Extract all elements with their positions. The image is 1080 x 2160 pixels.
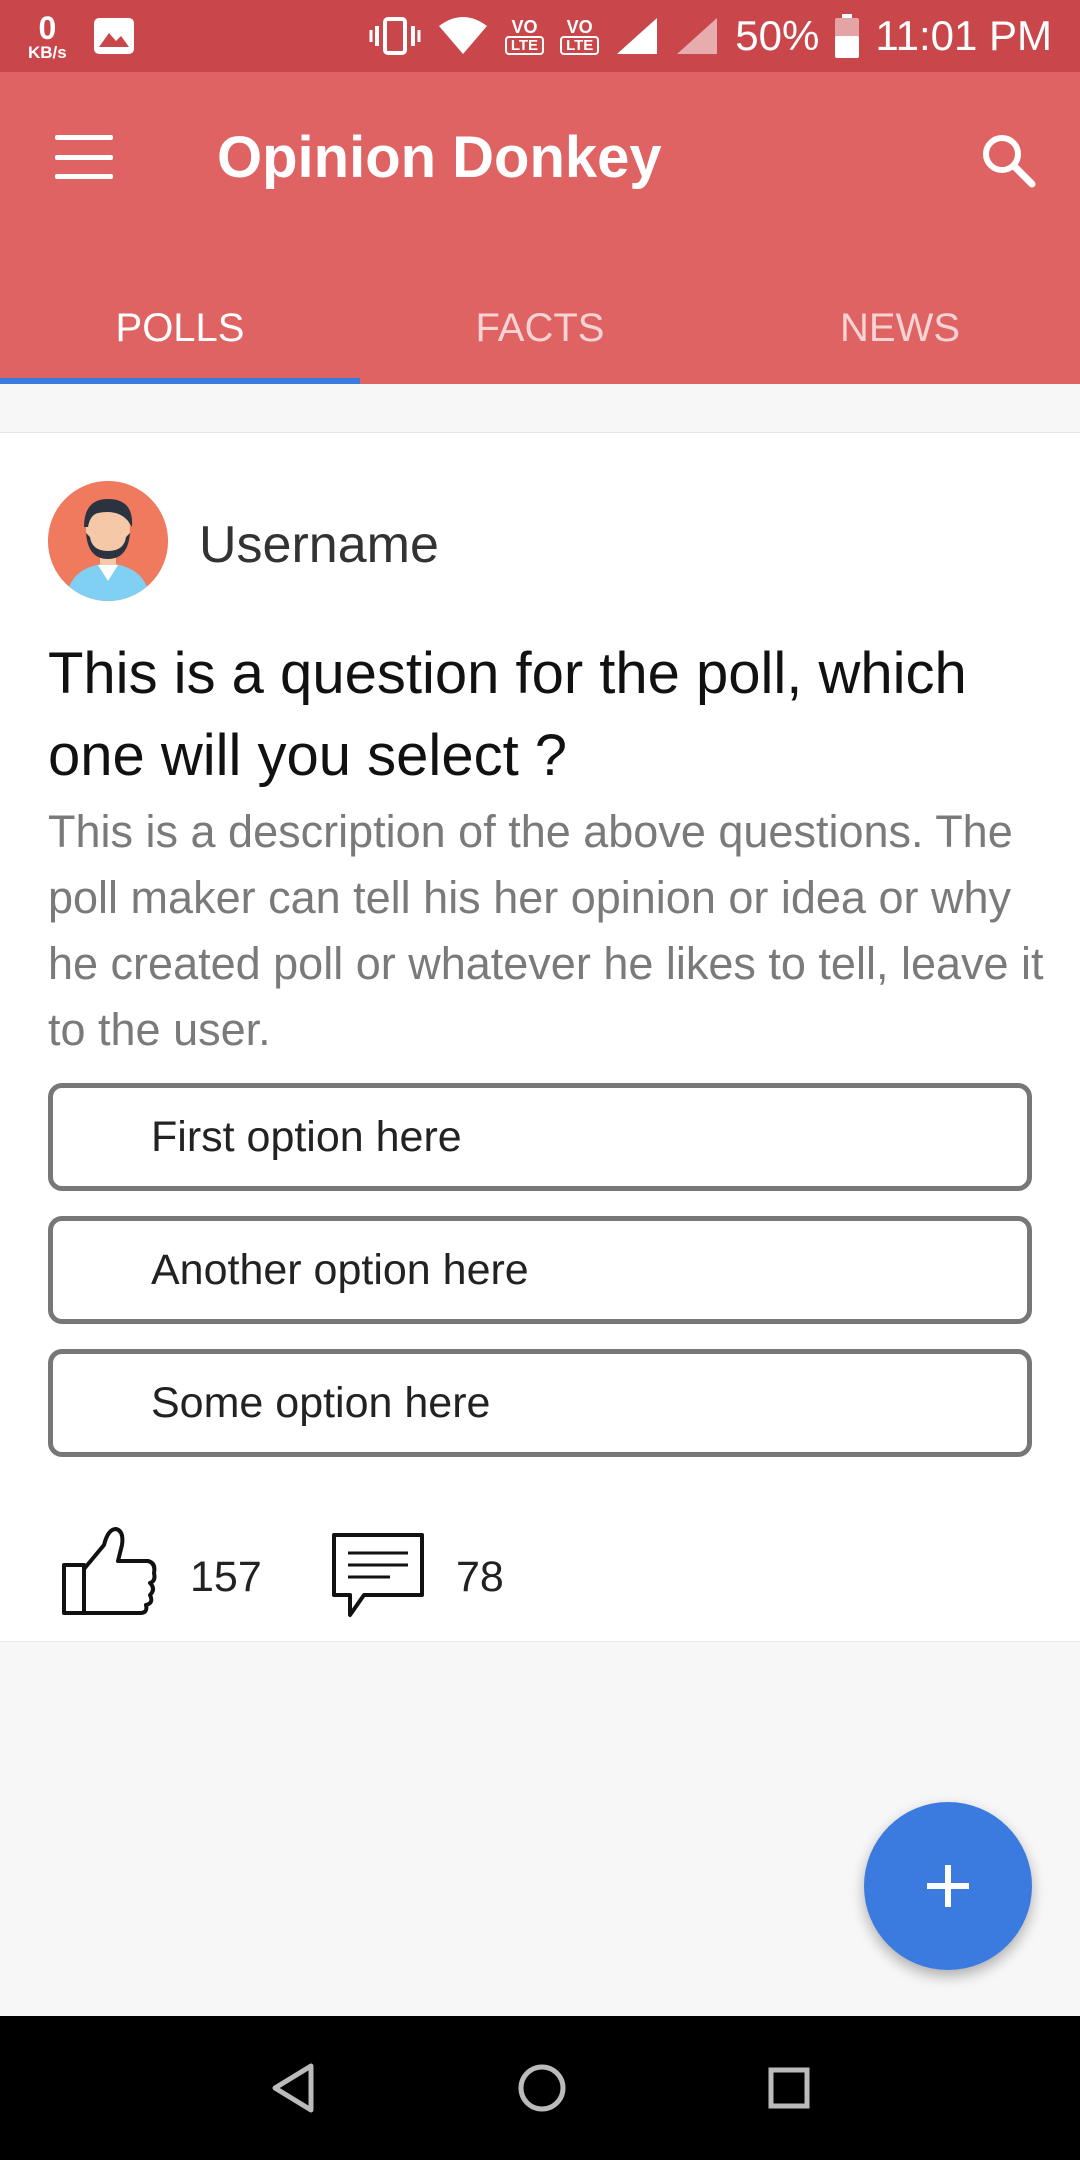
battery-icon [835, 14, 860, 58]
sim2-indicator: VO LTE [560, 16, 600, 55]
plus-icon [927, 1865, 969, 1907]
sim2-label: VO [566, 16, 593, 37]
clock: 11:01 PM [875, 12, 1052, 59]
poll-option-label: Another option here [151, 1245, 529, 1294]
username[interactable]: Username [199, 515, 439, 575]
status-bar: 0 KB/s VO LTE VO LTE 50% 11:01 PM [0, 0, 1080, 72]
app-title: Opinion Donkey [217, 125, 662, 190]
network-speed-value: 0 [38, 9, 57, 46]
network-speed: 0 KB/s [28, 12, 67, 61]
battery-percent: 50% [735, 12, 820, 59]
poll-description: This is a description of the above quest… [48, 806, 1044, 1055]
tab-bar: POLLS FACTS NEWS [0, 272, 1080, 384]
hamburger-menu-icon[interactable] [55, 135, 113, 179]
tab-indicator [0, 378, 360, 384]
back-icon[interactable] [269, 2062, 317, 2114]
poll-question: This is a question for the poll, which o… [48, 641, 967, 788]
tab-polls[interactable]: POLLS [0, 272, 360, 384]
avatar[interactable] [48, 481, 168, 601]
signal-icon-2 [677, 18, 718, 54]
system-nav-bar [0, 2016, 1080, 2160]
user-avatar-icon [48, 481, 168, 601]
sim1-label: VO [511, 16, 538, 37]
app-bar: Opinion Donkey POLLS FACTS NEWS [0, 72, 1080, 384]
poll-option-3[interactable]: Some option here [48, 1349, 1032, 1457]
search-icon[interactable] [978, 130, 1038, 190]
poll-option-1[interactable]: First option here [48, 1083, 1032, 1191]
network-speed-unit: KB/s [28, 42, 67, 62]
add-poll-button[interactable] [864, 1802, 1032, 1970]
comment-icon[interactable] [330, 1531, 426, 1619]
sim2-badge: LTE [560, 35, 600, 55]
comment-count: 78 [456, 1553, 504, 1601]
sim1-indicator: VO LTE [504, 16, 545, 55]
wifi-icon [438, 17, 487, 54]
poll-option-2[interactable]: Another option here [48, 1216, 1032, 1324]
toolbar: Opinion Donkey [0, 72, 1080, 242]
tab-facts[interactable]: FACTS [360, 272, 720, 384]
poll-option-label: Some option here [151, 1378, 491, 1427]
vibrate-icon [369, 17, 421, 55]
image-icon [93, 18, 134, 54]
thumbs-up-icon[interactable] [60, 1525, 160, 1617]
home-icon[interactable] [516, 2062, 568, 2114]
signal-icon [617, 18, 658, 54]
poll-option-label: First option here [151, 1112, 462, 1161]
poll-card: Username This is a question for the poll… [0, 432, 1080, 1642]
recents-icon[interactable] [767, 2066, 811, 2110]
sim1-badge: LTE [504, 35, 545, 55]
like-count: 157 [190, 1553, 262, 1601]
tab-news[interactable]: NEWS [720, 272, 1080, 384]
